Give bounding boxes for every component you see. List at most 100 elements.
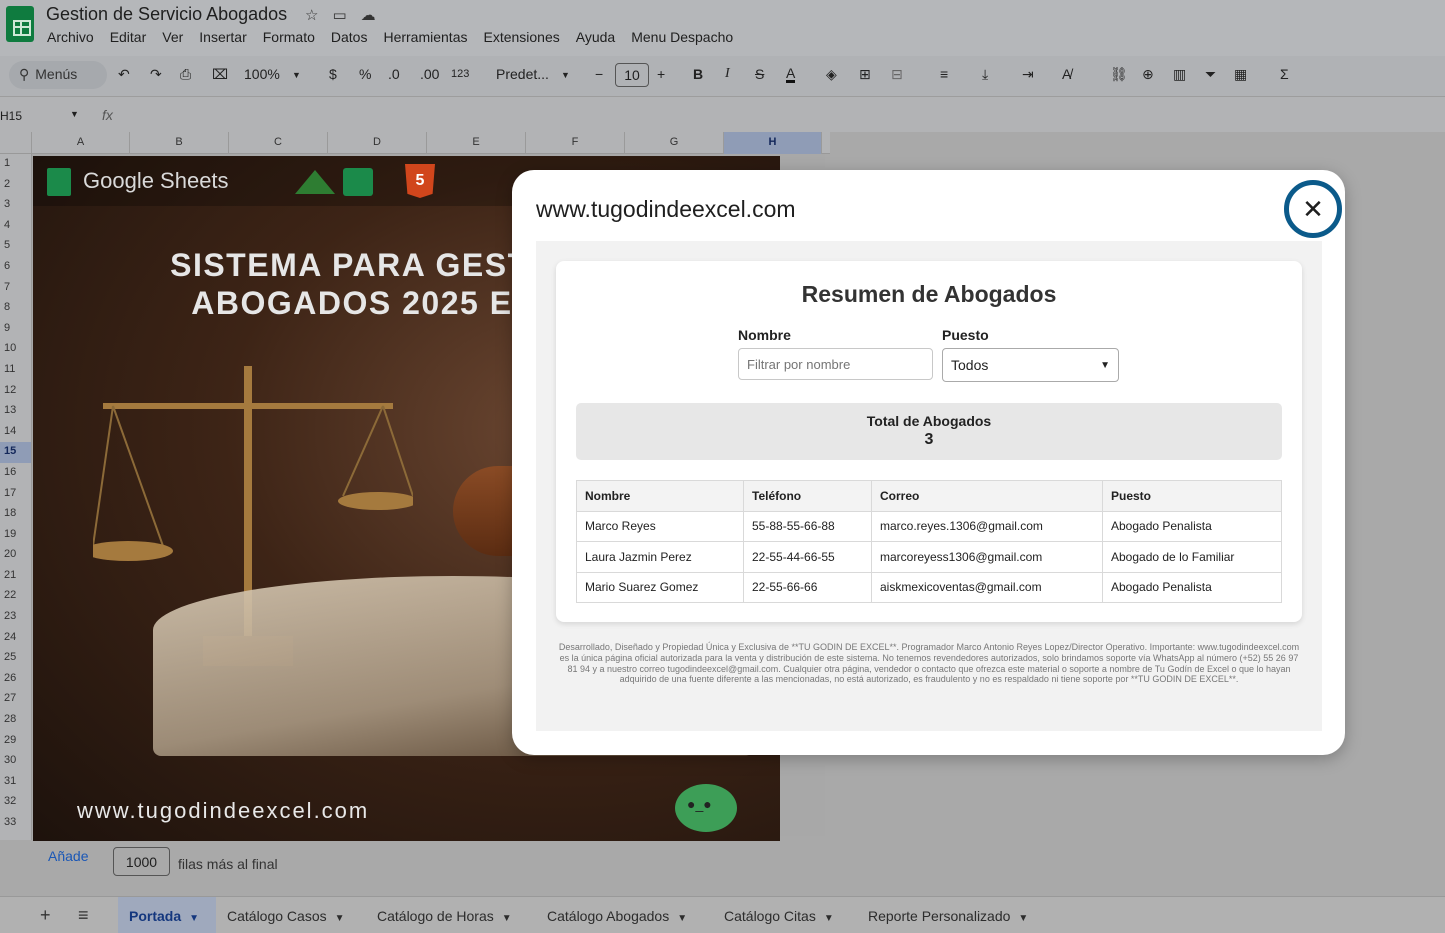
table-row[interactable]: Marco Reyes 55-88-55-66-88 marco.reyes.1… — [576, 510, 1282, 542]
increase-decimal-button[interactable]: .00 — [420, 66, 439, 82]
menu-datos[interactable]: Datos — [331, 29, 368, 45]
row-30-header[interactable]: 30 — [0, 751, 31, 772]
close-button[interactable]: ✕ — [1284, 180, 1342, 238]
tab-chevron-down-icon[interactable]: ▼ — [824, 913, 834, 924]
insert-link-icon[interactable]: ⛓ — [1110, 66, 1128, 83]
row-32-header[interactable]: 32 — [0, 792, 31, 813]
row-12-header[interactable]: 12 — [0, 381, 31, 402]
zoom-chevron-down-icon[interactable]: ▼ — [292, 70, 301, 80]
insert-comment-icon[interactable]: ⊕ — [1142, 66, 1154, 83]
menu-herramientas[interactable]: Herramientas — [383, 29, 467, 45]
col-d-header[interactable]: D — [328, 132, 427, 154]
row-31-header[interactable]: 31 — [0, 772, 31, 793]
bold-button[interactable]: B — [693, 66, 703, 82]
star-icon[interactable]: ☆ — [305, 6, 318, 24]
col-c-header[interactable]: C — [229, 132, 328, 154]
align-vertical-icon[interactable]: ⤓ — [982, 66, 988, 83]
table-row[interactable]: Mario Suarez Gomez 22-55-66-66 aiskmexic… — [576, 571, 1282, 603]
header-correo[interactable]: Correo — [871, 480, 1103, 512]
name-box-chevron-down-icon[interactable]: ▼ — [70, 109, 79, 119]
row-29-header[interactable]: 29 — [0, 731, 31, 752]
row-27-header[interactable]: 27 — [0, 689, 31, 710]
print-icon[interactable]: ⎙ — [180, 66, 191, 83]
tab-chevron-down-icon[interactable]: ▼ — [677, 913, 687, 924]
row-13-header[interactable]: 13 — [0, 401, 31, 422]
functions-button[interactable]: Σ — [1280, 66, 1289, 82]
font-size-decrease-icon[interactable]: − — [595, 66, 603, 82]
insert-chart-icon[interactable]: ▥ — [1173, 66, 1186, 83]
move-folder-icon[interactable]: ▭ — [332, 6, 346, 24]
font-chevron-down-icon[interactable]: ▼ — [561, 70, 570, 80]
paint-format-icon[interactable]: ⌧ — [212, 66, 228, 83]
row-23-header[interactable]: 23 — [0, 607, 31, 628]
table-row[interactable]: Laura Jazmin Perez 22-55-44-66-55 marcor… — [576, 541, 1282, 573]
add-sheet-icon[interactable]: + — [40, 905, 51, 926]
puesto-filter-select[interactable]: Todos ▼ — [942, 348, 1119, 382]
menu-formato[interactable]: Formato — [263, 29, 315, 45]
strikethrough-button[interactable]: S — [755, 66, 764, 82]
rows-count-input[interactable]: 1000 — [113, 847, 170, 876]
row-26-header[interactable]: 26 — [0, 669, 31, 690]
header-telefono[interactable]: Teléfono — [743, 480, 872, 512]
row-17-header[interactable]: 17 — [0, 484, 31, 505]
row-16-header[interactable]: 16 — [0, 463, 31, 484]
row-14-header[interactable]: 14 — [0, 422, 31, 443]
percent-button[interactable]: % — [359, 66, 371, 82]
col-b-header[interactable]: B — [130, 132, 229, 154]
select-all-corner[interactable] — [0, 132, 32, 154]
font-size-input[interactable]: 10 — [615, 63, 649, 87]
borders-icon[interactable]: ⊞ — [859, 66, 871, 83]
text-color-button[interactable]: A — [786, 66, 796, 83]
decrease-decimal-button[interactable]: .0 — [388, 66, 400, 82]
currency-button[interactable]: $ — [329, 66, 337, 82]
row-6-header[interactable]: 6 — [0, 257, 31, 278]
tab-chevron-down-icon[interactable]: ▼ — [502, 913, 512, 924]
col-f-header[interactable]: F — [526, 132, 625, 154]
row-3-header[interactable]: 3 — [0, 195, 31, 216]
row-2-header[interactable]: 2 — [0, 175, 31, 196]
row-21-header[interactable]: 21 — [0, 566, 31, 587]
menu-despacho[interactable]: Menu Despacho — [631, 29, 733, 45]
name-box[interactable]: H15 — [0, 109, 22, 123]
text-wrap-icon[interactable]: ⇥ — [1022, 66, 1034, 83]
text-rotation-icon[interactable]: A̸ — [1062, 66, 1071, 82]
menu-ver[interactable]: Ver — [162, 29, 183, 45]
row-8-header[interactable]: 8 — [0, 298, 31, 319]
row-24-header[interactable]: 24 — [0, 628, 31, 649]
redo-icon[interactable]: ↷ — [150, 66, 162, 83]
row-1-header[interactable]: 1 — [0, 154, 31, 175]
row-18-header[interactable]: 18 — [0, 504, 31, 525]
filter-icon[interactable]: ⏷ — [1205, 66, 1216, 83]
row-10-header[interactable]: 10 — [0, 339, 31, 360]
all-sheets-icon[interactable]: ≡ — [78, 905, 89, 926]
tab-chevron-down-icon[interactable]: ▼ — [1018, 913, 1028, 924]
row-28-header[interactable]: 28 — [0, 710, 31, 731]
menu-extensiones[interactable]: Extensiones — [483, 29, 559, 45]
merge-cells-icon[interactable]: ⊟ — [891, 66, 903, 83]
row-9-header[interactable]: 9 — [0, 319, 31, 340]
name-filter-input[interactable] — [738, 348, 933, 380]
row-11-header[interactable]: 11 — [0, 360, 31, 381]
header-nombre[interactable]: Nombre — [576, 480, 744, 512]
tab-catalogo-abogados[interactable]: Catálogo Abogados ▼ — [547, 897, 687, 933]
menu-archivo[interactable]: Archivo — [47, 29, 94, 45]
row-20-header[interactable]: 20 — [0, 545, 31, 566]
row-4-header[interactable]: 4 — [0, 216, 31, 237]
tab-reporte-personalizado[interactable]: Reporte Personalizado ▼ — [868, 897, 1028, 933]
undo-icon[interactable]: ↶ — [118, 66, 130, 83]
row-33-header[interactable]: 33 — [0, 813, 31, 834]
italic-button[interactable]: I — [725, 66, 730, 82]
col-g-header[interactable]: G — [625, 132, 724, 154]
document-title[interactable]: Gestion de Servicio Abogados — [46, 4, 287, 25]
row-7-header[interactable]: 7 — [0, 278, 31, 299]
filter-views-icon[interactable]: ▦ — [1234, 66, 1247, 83]
number-format-button[interactable]: 123 — [451, 68, 469, 80]
col-e-header[interactable]: E — [427, 132, 526, 154]
tab-portada[interactable]: Portada ▼ — [118, 897, 216, 933]
menus-search[interactable]: ⚲ Menús — [9, 61, 107, 89]
col-a-header[interactable]: A — [32, 132, 130, 154]
tab-chevron-down-icon[interactable]: ▼ — [189, 913, 199, 924]
row-25-header[interactable]: 25 — [0, 648, 31, 669]
add-rows-button[interactable]: Añade — [48, 848, 88, 864]
header-puesto[interactable]: Puesto — [1102, 480, 1282, 512]
